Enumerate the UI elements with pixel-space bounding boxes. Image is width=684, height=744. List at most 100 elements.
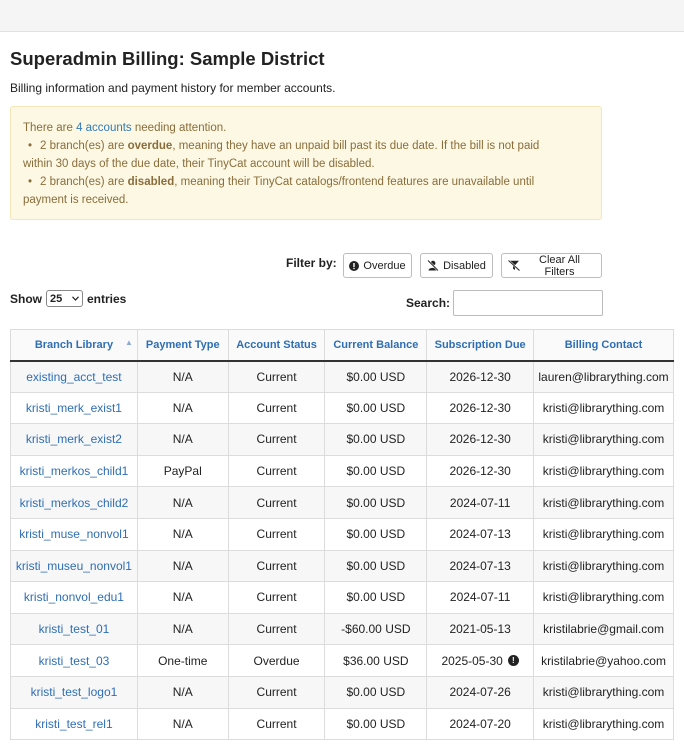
table-row[interactable]: kristi_merkos_child2 N/A Current $0.00 USD 2… [10,486,674,519]
branch-cell[interactable]: kristi_test_logo1 [10,675,138,709]
subscription-due-cell: 2026-12-30 [426,454,535,488]
payment-type-cell: N/A [136,423,229,456]
branch-cell[interactable]: kristi_merkos_child1 [10,454,138,488]
table-row[interactable]: kristi_test_logo1 N/A Current $0.00 USD 2024… [10,675,674,709]
account-status-cell: Overdue [227,644,326,677]
table-row[interactable]: kristi_test_03 One-time Overdue $36.00 USD 2… [10,644,674,677]
payment-type-cell: N/A [136,517,229,551]
subscription-due-cell: 2024-07-26 [426,675,535,709]
subscription-due-cell: 2026-12-30 [426,360,535,393]
billing-contact-cell: kristi@librarything.com [533,675,674,709]
col-billing-contact[interactable]: Billing Contact [533,329,674,362]
attention-alert: There are 4 accounts needing attention. … [10,106,602,220]
table-row[interactable]: kristi_merk_exist1 N/A Current $0.00 USD 202… [10,391,674,425]
search-label: Search: [406,296,451,310]
alert-intro-text: There are [23,122,77,134]
table-row[interactable]: kristi_muse_nonvol1 N/A Current $0.00 USD 20… [10,517,674,551]
col-subscription-due[interactable]: Subscription Due [426,329,535,362]
disabled-word: disabled [127,176,175,188]
filter-disabled-button[interactable]: Disabled [420,253,493,278]
billing-contact-cell: kristi@librarything.com [533,454,674,488]
balance-cell: $0.00 USD [324,707,428,741]
account-status-cell: Current [227,612,326,646]
billing-contact-cell: kristi@librarything.com [533,707,674,741]
entries-label: entries [87,291,127,306]
branch-cell[interactable]: kristi_nonvol_edu1 [10,581,138,614]
account-status-cell: Current [227,549,326,583]
table-row[interactable]: kristi_museu_nonvol1 N/A Current $0.00 USD 2… [10,549,674,583]
alert-item-disabled: 2 branch(es) are disabled, meaning their… [23,173,589,209]
payment-type-cell: N/A [136,707,229,741]
payment-type-cell: N/A [136,360,229,393]
billing-contact-cell: lauren@librarything.com [533,360,674,393]
billing-contact-cell: kristi@librarything.com [533,486,674,519]
balance-cell: $0.00 USD [324,454,428,488]
alert-intro: There are 4 accounts needing attention. [23,119,589,137]
branch-cell[interactable]: kristi_muse_nonvol1 [10,517,138,551]
overdue-text-line2: within 30 days of the due date, their Ti… [23,158,375,170]
account-status-cell: Current [227,423,326,456]
payment-type-cell: N/A [136,581,229,614]
billing-contact-cell: kristi@librarything.com [533,423,674,456]
branch-cell[interactable]: kristi_museu_nonvol1 [10,549,138,583]
page-subtitle: Billing information and payment history … [10,81,336,95]
subscription-due-cell: 2024-07-11 [426,486,535,519]
exclamation-circle-icon [349,260,360,271]
clear-filters-button[interactable]: Clear All Filters [501,253,602,278]
clear-filters-label: Clear All Filters [539,253,580,278]
payment-type-cell: One-time [136,644,229,677]
table-body: existing_acct_test N/A Current $0.00 USD 202… [10,360,674,741]
col-branch-library[interactable]: Branch Library ▲ [10,329,138,362]
branch-cell[interactable]: existing_acct_test [10,360,138,393]
entries-select[interactable]: 25 [46,290,83,307]
table-row[interactable]: kristi_nonvol_edu1 N/A Current $0.00 USD 202… [10,581,674,614]
col-account-status[interactable]: Account Status [227,329,326,362]
account-status-cell: Current [227,454,326,488]
balance-cell: $0.00 USD [324,423,428,456]
search-input[interactable] [453,290,603,316]
table-row[interactable]: existing_acct_test N/A Current $0.00 USD 202… [10,360,674,393]
account-status-cell: Current [227,675,326,709]
due-date-text: 2025-05-30 [441,653,503,668]
branch-cell[interactable]: kristi_test_01 [10,612,138,646]
accounts-link[interactable]: 4 accounts [76,122,132,134]
account-status-cell: Current [227,581,326,614]
subscription-due-cell: 2025-05-30! [426,644,535,677]
table-header-row: Branch Library ▲ Payment Type Account Sta… [10,329,674,362]
branch-cell[interactable]: kristi_merkos_child2 [10,486,138,519]
billing-contact-cell: kristilabrie@gmail.com [533,612,674,646]
table-row[interactable]: kristi_merkos_child1 PayPal Current $0.00 U… [10,454,674,488]
filter-overdue-button[interactable]: Overdue [343,253,412,278]
subscription-due-cell: 2026-12-30 [426,423,535,456]
filter-label: Filter by: [286,256,337,270]
balance-cell: $0.00 USD [324,360,428,393]
disabled-text-line1: , meaning their TinyCat catalogs/fronten… [174,176,535,188]
payment-type-cell: PayPal [136,454,229,488]
branch-cell[interactable]: kristi_merk_exist2 [10,423,138,456]
table-row[interactable]: kristi_test_01 N/A Current -$60.00 USD 2021-… [10,612,674,646]
top-nav-bar [0,0,684,32]
billing-table: Branch Library ▲ Payment Type Account Sta… [10,329,674,741]
col-payment-type[interactable]: Payment Type [136,329,229,362]
table-row[interactable]: kristi_merk_exist2 N/A Current $0.00 USD 202… [10,423,674,456]
table-row[interactable]: kristi_test_rel1 N/A Current $0.00 USD 2024-… [10,707,674,741]
branch-cell[interactable]: kristi_merk_exist1 [10,391,138,425]
balance-cell: $0.00 USD [324,517,428,551]
alert-intro-text-end: needing attention. [131,122,227,134]
account-status-cell: Current [227,391,326,425]
entries-select-value: 25 [50,292,63,305]
overdue-word: overdue [127,140,173,152]
disabled-count-text: 2 branch(es) are [40,176,128,188]
subscription-due-cell: 2024-07-20 [426,707,535,741]
payment-type-cell: N/A [136,391,229,425]
alert-list: 2 branch(es) are overdue, meaning they h… [23,137,589,209]
balance-cell: $0.00 USD [324,549,428,583]
account-status-cell: Current [227,360,326,393]
user-slash-icon [427,260,439,271]
overdue-count-text: 2 branch(es) are [40,140,128,152]
payment-type-cell: N/A [136,549,229,583]
branch-cell[interactable]: kristi_test_03 [10,644,138,677]
branch-cell[interactable]: kristi_test_rel1 [10,707,138,741]
payment-type-cell: N/A [136,612,229,646]
col-current-balance[interactable]: Current Balance [324,329,428,362]
